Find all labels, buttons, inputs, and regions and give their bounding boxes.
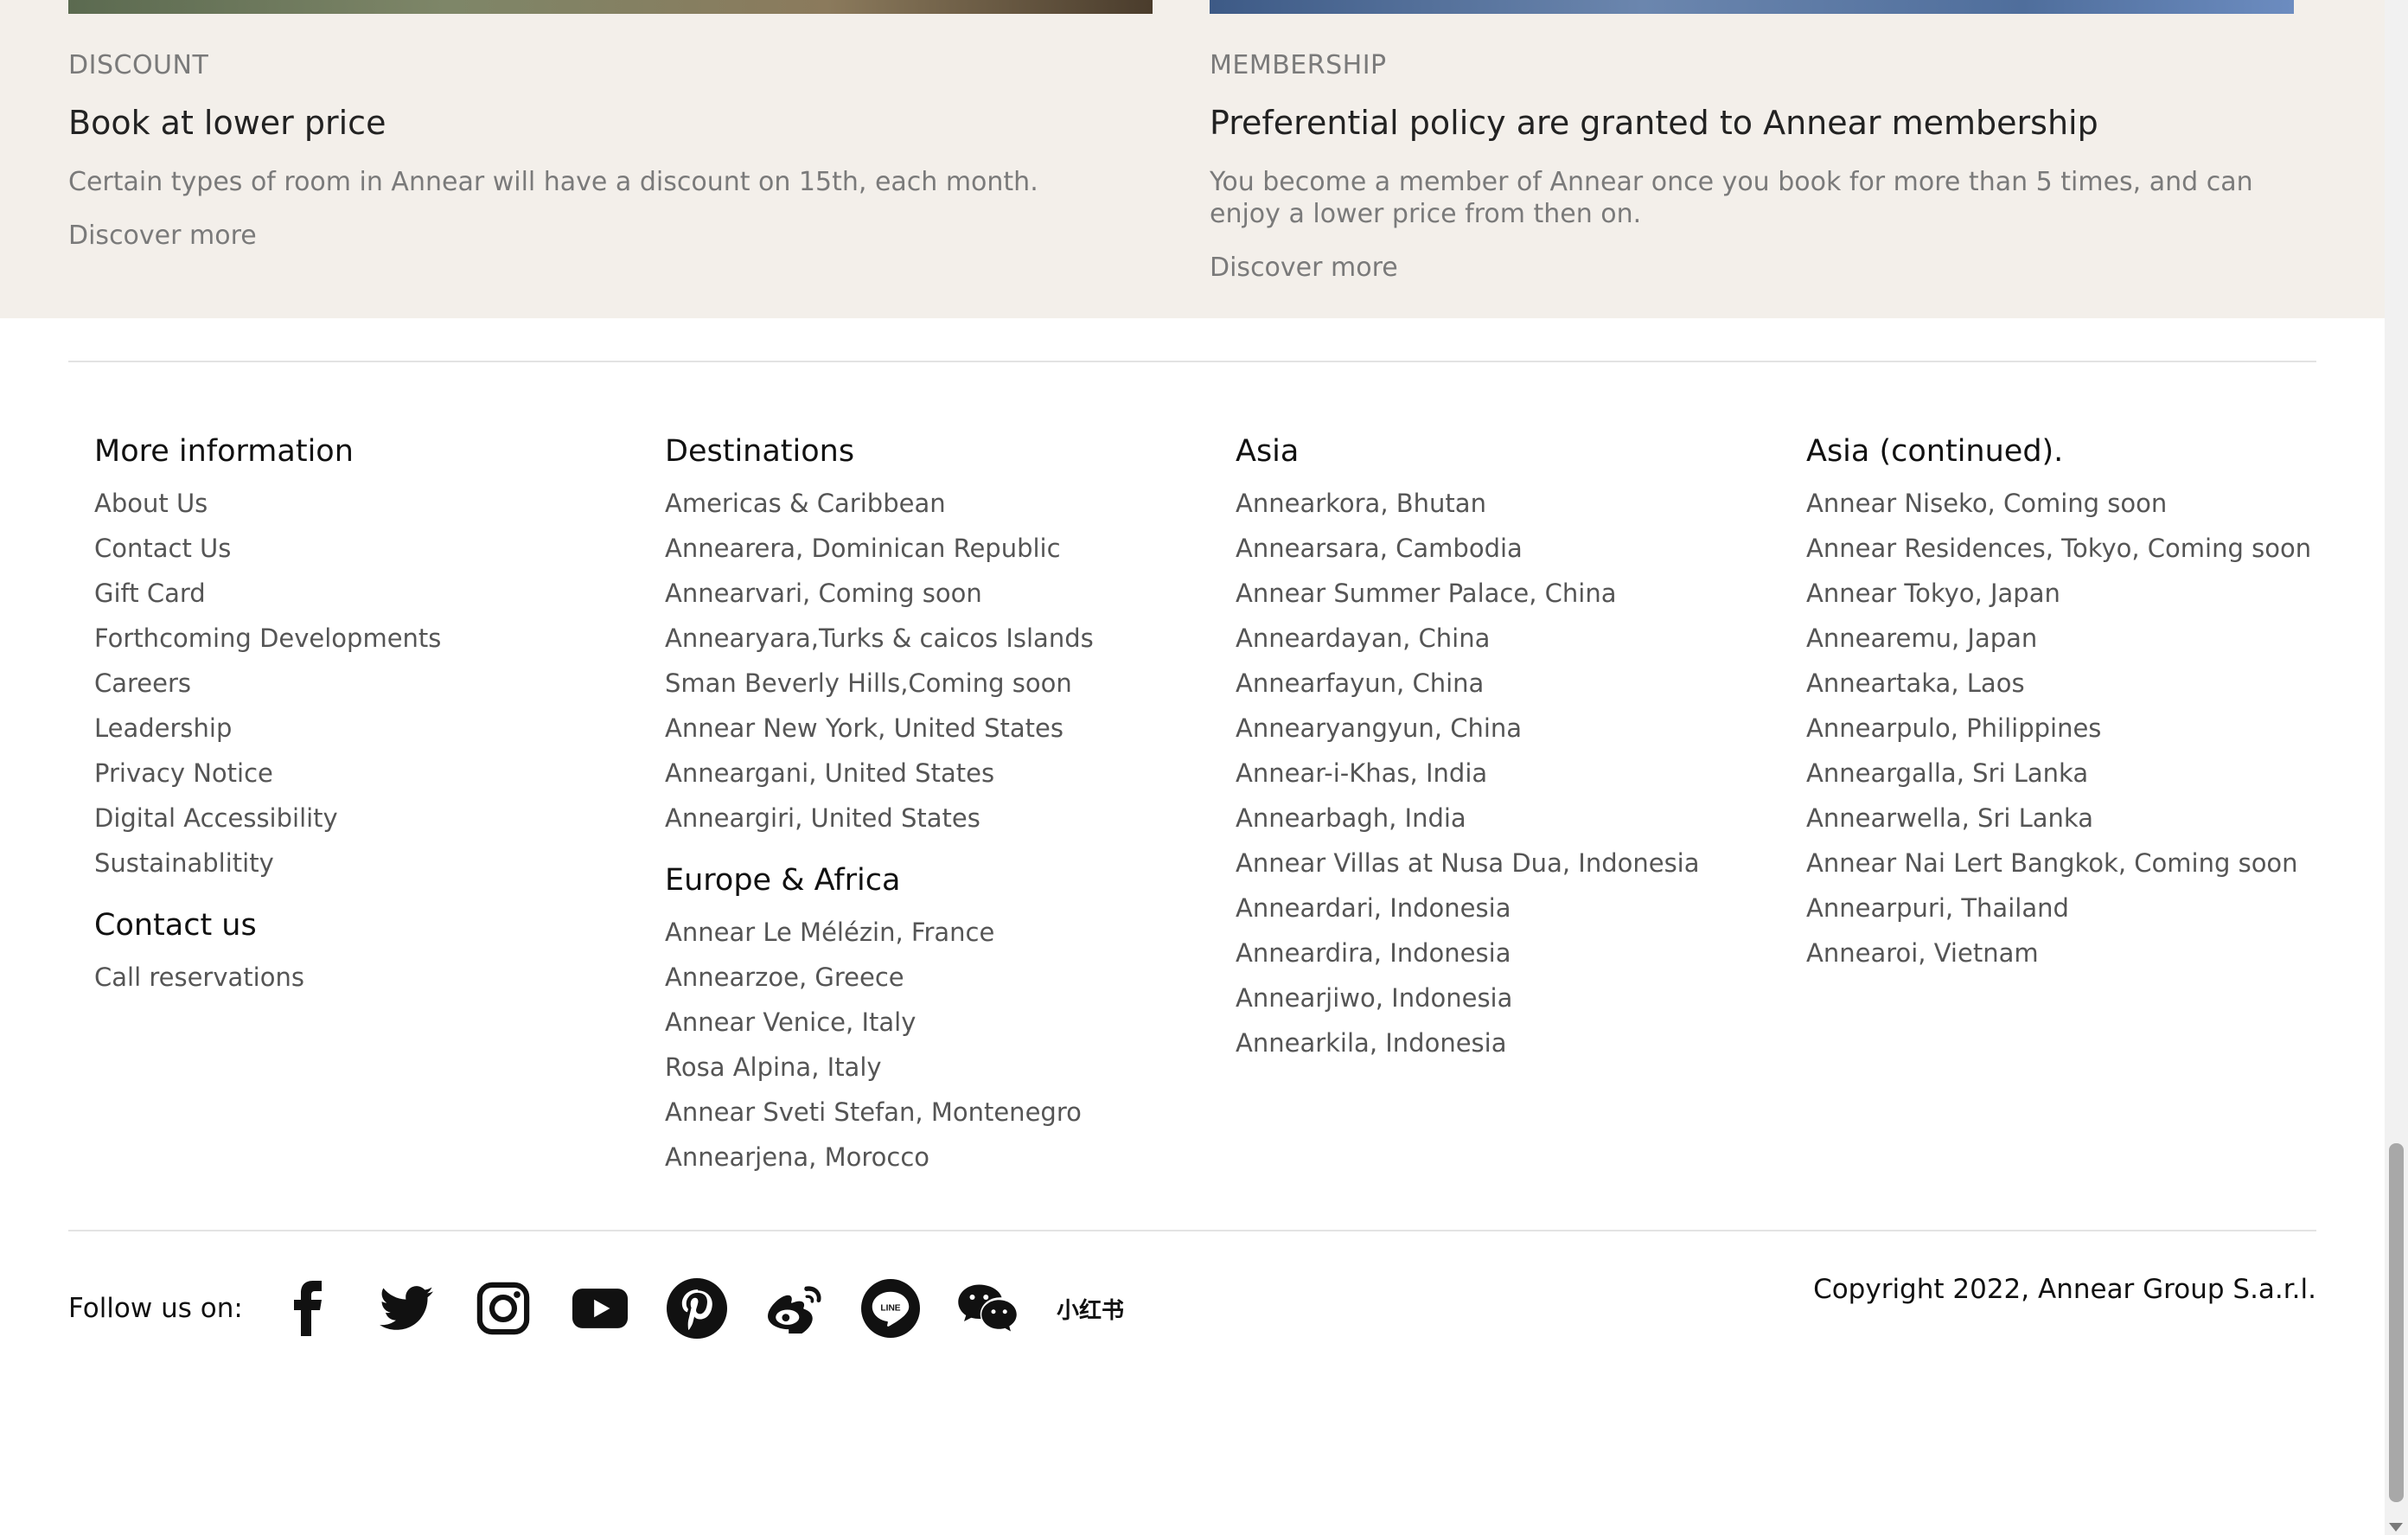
destination-link[interactable]: Annear Villas at Nusa Dua, Indonesia [1236, 841, 1700, 886]
destination-link[interactable]: Anneartaka, Laos [1806, 661, 2311, 706]
link-list: Annearkora, Bhutan Annearsara, Cambodia An… [1236, 481, 1700, 1065]
promo-description: You become a member of Annear once you b… [1210, 167, 2253, 229]
destination-link[interactable]: Annearvari, Coming soon [665, 571, 1094, 616]
promo-image [1210, 0, 2294, 14]
pinterest-icon[interactable] [664, 1276, 730, 1341]
footer-link[interactable]: Forthcoming Developments [94, 616, 441, 661]
destination-link[interactable]: Annearpuri, Thailand [1806, 886, 2311, 931]
instagram-icon[interactable] [470, 1276, 536, 1341]
promo-title: Book at lower price [68, 104, 386, 142]
discover-more-link[interactable]: Discover more [68, 221, 257, 251]
destination-link[interactable]: Anneargani, United States [665, 751, 1094, 796]
destination-link[interactable]: Annear New York, United States [665, 706, 1094, 751]
link-list: Annear Le Mélézin, France Annearzoe, Gree… [665, 910, 1094, 1180]
column-heading: Asia [1236, 434, 1300, 469]
scrollbar-thumb[interactable] [2389, 1143, 2404, 1502]
link-list: Americas & Caribbean Annearera, Dominican… [665, 481, 1094, 841]
destination-link[interactable]: Sman Beverly Hills,Coming soon [665, 661, 1094, 706]
destination-link[interactable]: Rosa Alpina, Italy [665, 1045, 1094, 1090]
destination-link[interactable]: Annearpulo, Philippines [1806, 706, 2311, 751]
destination-link[interactable]: Annear Tokyo, Japan [1806, 571, 2311, 616]
destination-link[interactable]: Annear Niseko, Coming soon [1806, 481, 2311, 526]
column-heading: Contact us [94, 908, 257, 943]
youtube-icon[interactable] [567, 1276, 633, 1341]
destination-link[interactable]: Annear Summer Palace, China [1236, 571, 1700, 616]
destination-link[interactable]: Annearyara,Turks & caicos Islands [665, 616, 1094, 661]
destination-link[interactable]: Annear Venice, Italy [665, 1000, 1094, 1045]
follow-us-label: Follow us on: [68, 1293, 243, 1324]
destination-link[interactable]: Annearjena, Morocco [665, 1135, 1094, 1180]
destination-link[interactable]: Annearoi, Vietnam [1806, 931, 2311, 975]
footer-column-more-information: More information About Us Contact Us Gift … [94, 431, 441, 1019]
footer-link[interactable]: Digital Accessibility [94, 796, 441, 841]
destination-link[interactable]: Annearkora, Bhutan [1236, 481, 1700, 526]
footer-column-asia: Asia Annearkora, Bhutan Annearsara, Cambo… [1236, 431, 1700, 1084]
footer-link[interactable]: Contact Us [94, 526, 441, 571]
footer-link[interactable]: Gift Card [94, 571, 441, 616]
footer-column-asia-continued: Asia (continued). Annear Niseko, Coming … [1806, 431, 2311, 995]
destination-link[interactable]: Anneargalla, Sri Lanka [1806, 751, 2311, 796]
destination-link[interactable]: Anneardari, Indonesia [1236, 886, 1700, 931]
scrollbar[interactable] [2385, 0, 2408, 1535]
line-icon[interactable]: LINE [858, 1276, 923, 1341]
footer-link[interactable]: About Us [94, 481, 441, 526]
scroll-down-arrow-icon[interactable] [2389, 1523, 2403, 1532]
promo-tag: MEMBERSHIP [1210, 50, 1387, 80]
column-heading: Asia (continued). [1806, 434, 2064, 469]
wechat-icon[interactable] [955, 1276, 1020, 1341]
destination-link[interactable]: Annearkila, Indonesia [1236, 1020, 1700, 1065]
discover-more-link[interactable]: Discover more [1210, 253, 1398, 283]
destination-link[interactable]: Annearfayun, China [1236, 661, 1700, 706]
facebook-icon[interactable] [277, 1276, 342, 1341]
destination-link[interactable]: Annear-i-Khas, India [1236, 751, 1700, 796]
column-heading: Destinations [665, 434, 855, 469]
divider [68, 361, 2316, 362]
copyright-text: Copyright 2022, Annear Group S.a.r.l. [1813, 1274, 2316, 1305]
footer-link[interactable]: Privacy Notice [94, 751, 441, 796]
link-list: Annear Niseko, Coming soon Annear Residen… [1806, 481, 2311, 975]
weibo-icon[interactable] [761, 1276, 827, 1341]
destination-link[interactable]: Annear Residences, Tokyo, Coming soon [1806, 526, 2311, 571]
destination-link[interactable]: Americas & Caribbean [665, 481, 1094, 526]
destination-link[interactable]: Annearemu, Japan [1806, 616, 2311, 661]
destination-link[interactable]: Annearzoe, Greece [665, 955, 1094, 1000]
destination-link[interactable]: Annear Nai Lert Bangkok, Coming soon [1806, 841, 2311, 886]
destination-link[interactable]: Annearyangyun, China [1236, 706, 1700, 751]
destination-link[interactable]: Annear Le Mélézin, France [665, 910, 1094, 955]
footer-link[interactable]: Careers [94, 661, 441, 706]
footer-link[interactable]: Leadership [94, 706, 441, 751]
footer-link[interactable]: Call reservations [94, 955, 441, 1000]
column-heading: Europe & Africa [665, 863, 901, 898]
column-heading: More information [94, 434, 354, 469]
promo-image [68, 0, 1153, 14]
twitter-icon[interactable] [374, 1276, 439, 1341]
destination-link[interactable]: Anneardira, Indonesia [1236, 931, 1700, 975]
promo-tag: DISCOUNT [68, 50, 209, 80]
destination-link[interactable]: Annearbagh, India [1236, 796, 1700, 841]
destination-link[interactable]: Annearjiwo, Indonesia [1236, 975, 1700, 1020]
xiaohongshu-label: 小红书 [1056, 1297, 1124, 1324]
footer-column-destinations: Destinations Americas & Caribbean Anneare… [665, 431, 1094, 1199]
promo-title: Preferential policy are granted to Annea… [1210, 104, 2098, 142]
destination-link[interactable]: Annearera, Dominican Republic [665, 526, 1094, 571]
destination-link[interactable]: Anneargiri, United States [665, 796, 1094, 841]
destination-link[interactable]: Annearsara, Cambodia [1236, 526, 1700, 571]
svg-text:LINE: LINE [880, 1304, 900, 1314]
promo-section: DISCOUNT Book at lower price Certain typ… [0, 0, 2385, 318]
link-list: About Us Contact Us Gift Card Forthcoming D… [94, 481, 441, 886]
divider [68, 1230, 2316, 1231]
destination-link[interactable]: Annear Sveti Stefan, Montenegro [665, 1090, 1094, 1135]
promo-description: Certain types of room in Annear will hav… [68, 167, 1038, 197]
footer-link[interactable]: Sustainablitity [94, 841, 441, 886]
xiaohongshu-icon[interactable]: 小红书 [1051, 1276, 1129, 1341]
link-list: Call reservations [94, 955, 441, 1000]
destination-link[interactable]: Anneardayan, China [1236, 616, 1700, 661]
destination-link[interactable]: Annearwella, Sri Lanka [1806, 796, 2311, 841]
